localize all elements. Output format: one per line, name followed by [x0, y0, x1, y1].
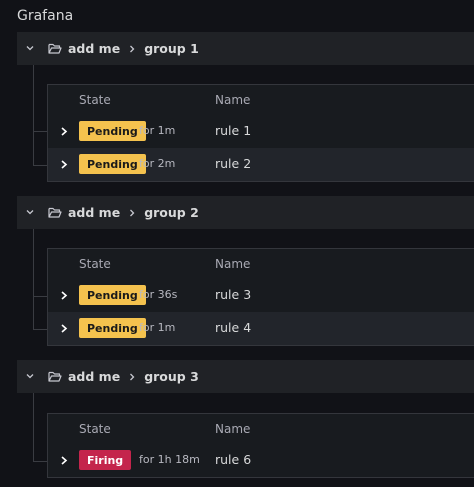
app-title: Grafana: [17, 8, 74, 24]
column-state: State: [79, 93, 111, 107]
namespace-label: add me: [68, 41, 121, 56]
tree-line: [33, 229, 34, 329]
rule-name: rule 4: [215, 320, 252, 335]
state-duration: for 1m: [139, 124, 176, 137]
column-state: State: [79, 257, 111, 271]
state-badge: Firing: [79, 450, 132, 470]
rule-name: rule 6: [215, 452, 252, 467]
group-label: group 3: [144, 369, 199, 384]
state-badge: Pending: [79, 285, 146, 305]
state-duration: for 2m: [139, 157, 176, 170]
group-header-2[interactable]: add me group 2: [17, 196, 474, 229]
folder-open-icon: [48, 371, 62, 382]
table-row[interactable]: Pending for 1m rule 4: [48, 312, 474, 345]
table-header: State Name: [48, 414, 474, 444]
rule-name: rule 2: [215, 156, 252, 171]
chevron-right-icon: [130, 45, 135, 52]
rule-name: rule 3: [215, 287, 252, 302]
tree-line: [33, 393, 34, 461]
state-duration: for 36s: [139, 288, 178, 301]
folder-open-icon: [48, 43, 62, 54]
chevron-right-icon[interactable]: [60, 455, 68, 466]
chevron-right-icon: [130, 209, 135, 216]
folder-open-icon: [48, 207, 62, 218]
state-badge: Pending: [79, 121, 146, 141]
alert-rules-view: Grafana add me group 1 State Name Pendin…: [0, 0, 474, 487]
rules-table-1: State Name Pending for 1m rule 1 Pending…: [47, 84, 474, 182]
table-header: State Name: [48, 249, 474, 279]
tree-branch: [33, 329, 47, 330]
chevron-down-icon[interactable]: [25, 43, 35, 53]
chevron-right-icon[interactable]: [60, 323, 68, 334]
state-duration: for 1m: [139, 321, 176, 334]
chevron-right-icon[interactable]: [60, 159, 68, 170]
group-label: group 2: [144, 205, 199, 220]
tree-branch: [33, 165, 47, 166]
table-header: State Name: [48, 85, 474, 115]
chevron-down-icon[interactable]: [25, 371, 35, 381]
tree-line: [33, 65, 34, 165]
column-name: Name: [215, 257, 251, 271]
rules-table-3: State Name Firing for 1h 18m rule 6: [47, 413, 474, 478]
state-badge: Pending: [79, 318, 146, 338]
group-header-3[interactable]: add me group 3: [17, 360, 474, 393]
column-state: State: [79, 422, 111, 436]
chevron-right-icon[interactable]: [60, 126, 68, 137]
rule-name: rule 1: [215, 123, 252, 138]
chevron-right-icon[interactable]: [60, 290, 68, 301]
namespace-label: add me: [68, 205, 121, 220]
rules-table-2: State Name Pending for 36s rule 3 Pendin…: [47, 248, 474, 346]
namespace-label: add me: [68, 369, 121, 384]
table-row[interactable]: Pending for 2m rule 2: [48, 148, 474, 181]
chevron-right-icon: [130, 373, 135, 380]
column-name: Name: [215, 422, 251, 436]
group-header-1[interactable]: add me group 1: [17, 32, 474, 65]
table-row[interactable]: Pending for 1m rule 1: [48, 115, 474, 148]
column-name: Name: [215, 93, 251, 107]
chevron-down-icon[interactable]: [25, 207, 35, 217]
group-label: group 1: [144, 41, 199, 56]
tree-branch: [33, 131, 47, 132]
table-row[interactable]: Pending for 36s rule 3: [48, 279, 474, 312]
state-duration: for 1h 18m: [139, 453, 200, 466]
tree-branch: [33, 461, 47, 462]
table-row[interactable]: Firing for 1h 18m rule 6: [48, 444, 474, 477]
state-badge: Pending: [79, 154, 146, 174]
tree-branch: [33, 296, 47, 297]
